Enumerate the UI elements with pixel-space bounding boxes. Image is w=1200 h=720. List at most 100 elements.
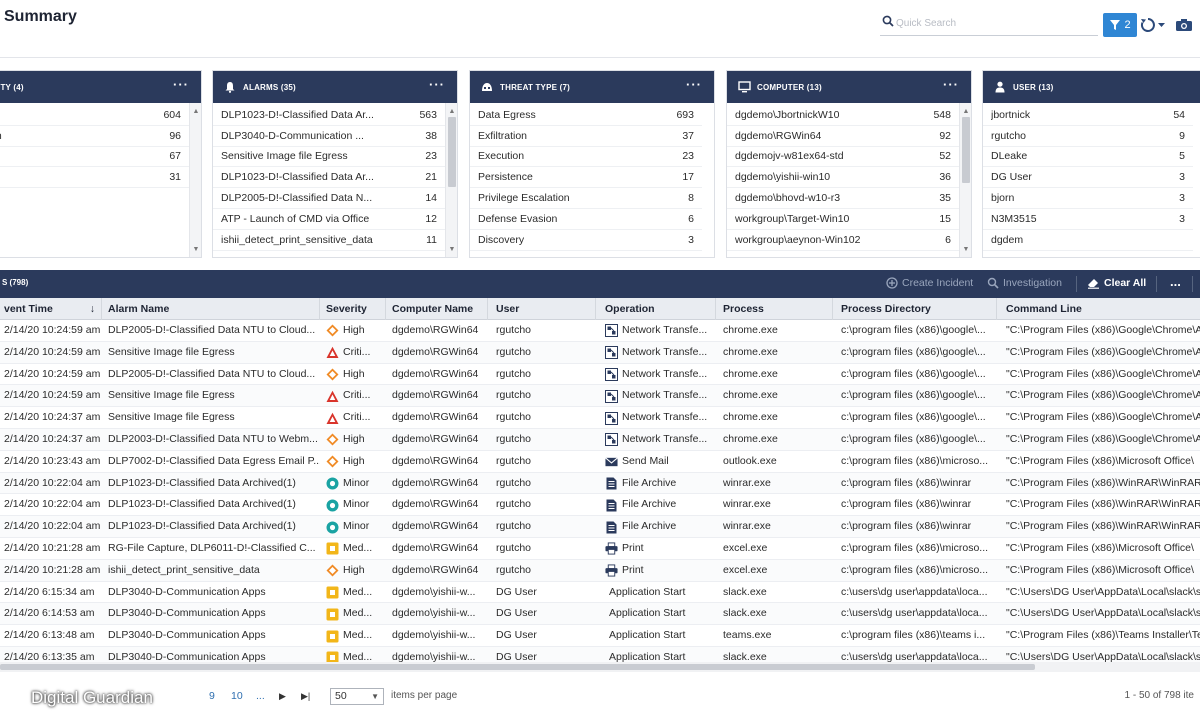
process-cell: excel.exe — [723, 563, 768, 576]
severity-cell: Med... — [322, 625, 388, 647]
clear-all-button[interactable]: Clear All — [1087, 277, 1146, 289]
investigation-button[interactable]: Investigation — [987, 277, 1062, 289]
list-item[interactable]: jbortnick 54 — [983, 105, 1193, 126]
table-row[interactable]: 2/14/20 6:14:53 am DLP3040-D-Communicatio… — [0, 603, 1200, 626]
list-item[interactable]: h67 — [0, 147, 189, 168]
grid-more-button[interactable]: ... — [1170, 274, 1181, 289]
grid-horizontal-scrollbar[interactable] — [0, 662, 1200, 672]
list-item[interactable]: Exfiltration 37 — [470, 126, 702, 147]
list-item[interactable]: Data Egress 693 — [470, 105, 702, 126]
severity-cell: High — [322, 451, 388, 473]
column-event-time[interactable]: vent Time ↓ — [0, 298, 102, 320]
item-label: workgroup\aeynon-Win102 — [735, 233, 861, 246]
list-item[interactable]: dgdemo\bhovd-w10-r3 35 — [727, 188, 959, 209]
list-item[interactable]: DLeake 5 — [983, 147, 1193, 168]
list-item[interactable]: N3M3515 3 — [983, 209, 1193, 230]
page-ellipsis[interactable]: ... — [256, 690, 265, 702]
table-row[interactable]: 2/14/20 10:22:04 am DLP1023-D!-Classified… — [0, 516, 1200, 538]
table-row[interactable]: 2/14/20 10:24:59 am DLP2005-D!-Classified… — [0, 320, 1200, 342]
table-row[interactable]: 2/14/20 10:21:28 am RG-File Capture, DLP6… — [0, 538, 1200, 560]
page-link[interactable]: 10 — [231, 690, 243, 702]
list-item[interactable]: DLP2005-D!-Classified Data N... 14 — [213, 188, 445, 209]
page-link[interactable]: 9 — [209, 690, 215, 702]
sort-down-icon[interactable]: ↓ — [90, 298, 95, 320]
table-row[interactable]: 2/14/20 10:22:04 am DLP1023-D!-Classified… — [0, 472, 1200, 495]
list-item[interactable]: dgdem — [983, 230, 1193, 251]
list-item[interactable]: ishii_detect_print_sensitive_data 11 — [213, 230, 445, 251]
table-row[interactable]: 2/14/20 10:24:59 am Sensitive Image file … — [0, 385, 1200, 408]
list-item[interactable]: DLP1023-D!-Classified Data Ar... 21 — [213, 167, 445, 189]
column-process[interactable]: Process — [719, 298, 833, 320]
scroll-up-icon[interactable]: ▲ — [446, 105, 457, 117]
table-row[interactable]: 2/14/20 6:13:35 am DLP3040-D-Communicatio… — [0, 647, 1200, 662]
more-options-icon[interactable]: ··· — [686, 78, 702, 91]
last-page-button[interactable]: ▶| — [301, 691, 310, 702]
table-row[interactable]: 2/14/20 6:13:48 am DLP3040-D-Communicatio… — [0, 625, 1200, 647]
list-item[interactable]: dgdemo\RGWin64 92 — [727, 126, 959, 147]
widget-scrollbar[interactable]: ▲ ▼ — [445, 103, 457, 257]
list-item[interactable]: workgroup\Target-Win10 15 — [727, 209, 959, 230]
list-item[interactable]: dium 96 — [0, 126, 189, 147]
list-item[interactable]: ATP - Launch of CMD via Office 12 — [213, 209, 445, 230]
refresh-button[interactable] — [1140, 14, 1170, 36]
dir-cell: c:\program files (x86)\google\... — [841, 433, 986, 445]
item-label: Sensitive Image file Egress — [221, 150, 348, 163]
list-item[interactable]: Persistence 17 — [470, 167, 702, 189]
list-item[interactable]: DLP1023-D!-Classified Data Ar... 563 — [213, 105, 445, 126]
list-item[interactable]: ical31 — [0, 167, 189, 189]
table-row[interactable]: 2/14/20 10:24:37 am DLP2003-D!-Classified… — [0, 429, 1200, 451]
list-item[interactable]: dgdemojv-w81ex64-std 52 — [727, 147, 959, 168]
table-row[interactable]: 2/14/20 10:24:37 am Sensitive Image file … — [0, 407, 1200, 429]
list-item[interactable]: Privilege Escalation 8 — [470, 188, 702, 209]
scroll-down-icon[interactable]: ▼ — [190, 243, 201, 255]
scroll-thumb[interactable] — [0, 664, 1035, 670]
table-row[interactable]: 2/14/20 10:24:59 am DLP2005-D!-Classified… — [0, 364, 1200, 386]
widget-scrollbar[interactable]: ▲ ▼ — [959, 103, 971, 257]
list-item[interactable]: bjorn 3 — [983, 188, 1193, 209]
create-incident-button[interactable]: Create Incident — [886, 277, 973, 289]
column-alarm-name[interactable]: Alarm Name — [104, 298, 320, 320]
widget-scrollbar[interactable]: ▲ ▼ — [189, 103, 201, 257]
list-item[interactable]: Sensitive Image file Egress 23 — [213, 147, 445, 168]
table-row[interactable]: 2/14/20 10:24:59 am Sensitive Image file … — [0, 341, 1200, 364]
scroll-up-icon[interactable]: ▲ — [960, 105, 971, 117]
quick-search[interactable] — [880, 12, 1098, 36]
scroll-down-icon[interactable]: ▼ — [960, 243, 971, 255]
list-item[interactable]: dgdemo\yishii-win10 36 — [727, 167, 959, 189]
list-item[interactable]: DLP3040-D-Communication ... 38 — [213, 126, 445, 147]
filter-button[interactable]: 2 — [1103, 13, 1137, 37]
list-item[interactable]: Execution 23 — [470, 147, 702, 168]
scroll-down-icon[interactable]: ▼ — [446, 243, 457, 255]
time-cell: 2/14/20 10:22:04 am — [4, 520, 101, 533]
list-item[interactable]: Defense Evasion 6 — [470, 209, 702, 230]
list-item[interactable]: DG User 3 — [983, 167, 1193, 189]
list-item[interactable]: Discovery 3 — [470, 230, 702, 251]
column-operation[interactable]: Operation — [601, 298, 716, 320]
column-command-line[interactable]: Command Line — [1002, 298, 1200, 320]
search-input[interactable] — [896, 14, 1094, 32]
column-process-directory[interactable]: Process Directory — [837, 298, 997, 320]
scroll-up-icon[interactable]: ▲ — [190, 105, 201, 117]
table-row[interactable]: 2/14/20 6:15:34 am DLP3040-D-Communicatio… — [0, 582, 1200, 604]
snapshot-button[interactable] — [1173, 14, 1195, 36]
table-row[interactable]: 2/14/20 10:23:43 am DLP7002-D!-Classified… — [0, 451, 1200, 473]
table-row[interactable]: 2/14/20 10:21:28 am ishii_detect_print_se… — [0, 559, 1200, 582]
next-page-button[interactable]: ▶ — [279, 691, 286, 702]
table-row[interactable]: 2/14/20 10:22:04 am DLP1023-D!-Classified… — [0, 494, 1200, 517]
items-per-page-select[interactable]: 50 ▼ — [330, 688, 384, 705]
scroll-thumb[interactable] — [448, 117, 456, 187]
more-options-icon[interactable]: ··· — [429, 78, 445, 91]
list-item[interactable]: workgroup\aeynon-Win102 6 — [727, 230, 959, 251]
list-item[interactable]: or604 — [0, 105, 189, 126]
column-severity[interactable]: Severity — [322, 298, 386, 320]
list-item[interactable]: rgutcho 9 — [983, 126, 1193, 147]
more-options-icon[interactable]: ··· — [943, 78, 959, 91]
alarm-grid: 2/14/20 10:24:59 am DLP2005-D!-Classified… — [0, 320, 1200, 662]
column-computer-name[interactable]: Computer Name — [388, 298, 488, 320]
list-item[interactable]: dgdemo\JbortnickW10 548 — [727, 105, 959, 126]
scroll-thumb[interactable] — [962, 117, 970, 183]
medium-severity-icon — [326, 651, 339, 662]
alarm-cell: ishii_detect_print_sensitive_data — [108, 563, 260, 576]
more-options-icon[interactable]: ··· — [173, 78, 189, 91]
column-user[interactable]: User — [492, 298, 596, 320]
